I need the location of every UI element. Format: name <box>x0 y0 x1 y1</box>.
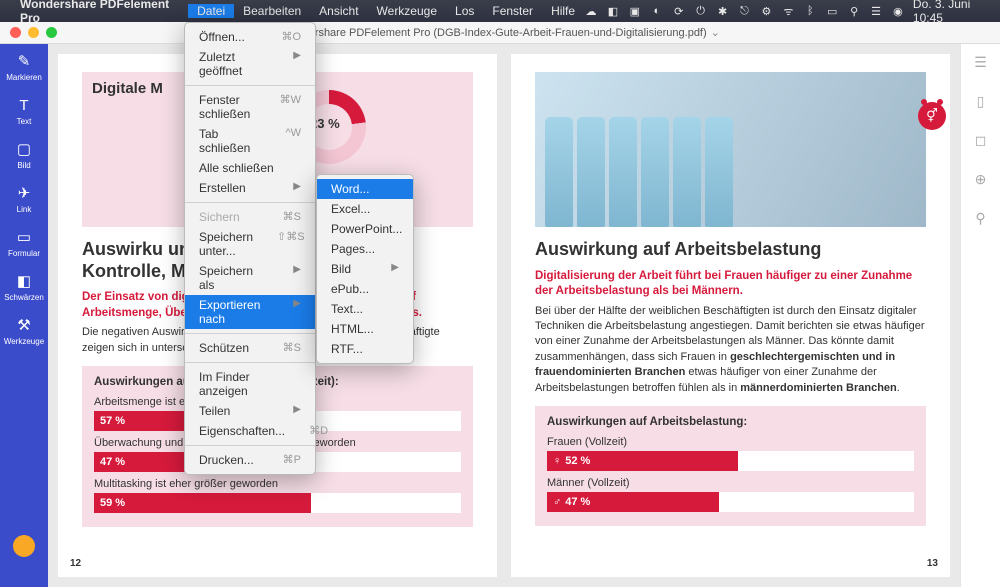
sidebar-item-schwaerzen[interactable]: ◧Schwärzen <box>4 272 44 302</box>
tools-icon: ⚒ <box>15 316 33 334</box>
traffic-lights <box>10 27 57 38</box>
sidebar-item-link[interactable]: ✈Link <box>15 184 33 214</box>
page-number: 13 <box>927 558 938 569</box>
bar-row: ♂ 47 % <box>547 492 914 512</box>
control-center-icon[interactable]: ☰ <box>869 5 883 18</box>
menu-item[interactable]: Speichern als▶ <box>185 261 315 295</box>
search-icon[interactable]: ⚲ <box>975 210 985 227</box>
menu-item[interactable]: Im Finder anzeigen <box>185 367 315 401</box>
menu-los[interactable]: Los <box>446 4 483 18</box>
menu-item[interactable]: Schützen⌘S <box>185 338 315 358</box>
siri-icon[interactable]: ◉ <box>891 5 905 18</box>
status-icon[interactable]: ☁ <box>584 5 598 18</box>
section-heading: Auswirkung auf Arbeitsbelastung <box>535 239 926 261</box>
avatar[interactable] <box>13 535 35 557</box>
window-title: Wondershare PDFelement Pro (DGB-Index-Gu… <box>280 27 707 39</box>
menu-datei[interactable]: Datei <box>188 4 234 18</box>
table-heading: Auswirkungen auf Arbeitsbelastung: <box>547 416 914 428</box>
close-button[interactable] <box>10 27 21 38</box>
menu-item[interactable]: Bild▶ <box>317 259 413 279</box>
window-titlebar: Wondershare PDFelement Pro (DGB-Index-Gu… <box>0 22 1000 44</box>
dropdown-datei: Öffnen...⌘OZuletzt geöffnet▶ Fenster schl… <box>184 22 316 475</box>
battery-icon[interactable]: ▭ <box>825 5 839 18</box>
menu-item[interactable]: Text... <box>317 299 413 319</box>
maximize-button[interactable] <box>46 27 57 38</box>
status-icon[interactable]: ◧ <box>606 5 620 18</box>
form-icon: ▭ <box>15 228 33 246</box>
page-number: 12 <box>70 558 81 569</box>
menu-item[interactable]: Speichern unter...⇧⌘S <box>185 227 315 261</box>
sidebar-item-text[interactable]: TText <box>15 96 33 126</box>
bar-fill: ♂ 47 % <box>547 492 719 512</box>
menu-item[interactable]: Alle schließen <box>185 158 315 178</box>
status-icon[interactable]: ⟳ <box>672 5 686 18</box>
menu-item[interactable]: Erstellen▶ <box>185 178 315 198</box>
menu-item[interactable]: Word... <box>317 179 413 199</box>
lead-text: Digitalisierung der Arbeit führt bei Fra… <box>535 269 926 300</box>
bluetooth-icon[interactable]: ᛒ <box>803 5 817 17</box>
bookmark-icon[interactable]: ◻ <box>975 132 987 149</box>
menu-item[interactable]: Drucken...⌘P <box>185 450 315 470</box>
status-icon[interactable]: ⚙ <box>759 5 773 18</box>
menu-ansicht[interactable]: Ansicht <box>310 4 367 18</box>
chevron-down-icon[interactable]: ⌄ <box>711 26 720 39</box>
bar-table-right: Auswirkungen auf Arbeitsbelastung: Fraue… <box>535 406 926 526</box>
image-icon: ▢ <box>15 140 33 158</box>
menu-item[interactable]: HTML... <box>317 319 413 339</box>
redact-icon: ◧ <box>15 272 33 290</box>
menu-item[interactable]: Öffnen...⌘O <box>185 27 315 47</box>
menu-bearbeiten[interactable]: Bearbeiten <box>234 4 310 18</box>
menu-item[interactable]: Pages... <box>317 239 413 259</box>
dropdown-export: Word...Excel...PowerPoint...Pages...Bild… <box>316 174 414 364</box>
bar-label: Männer (Vollzeit) <box>547 477 914 489</box>
bar-row: 59 % <box>94 493 461 513</box>
menu-item[interactable]: Excel... <box>317 199 413 219</box>
status-icon[interactable]: ✱ <box>716 5 730 18</box>
bar-row: ♀ 52 % <box>547 451 914 471</box>
gender-badge-icon: ⚥ <box>918 102 946 130</box>
menu-item[interactable]: RTF... <box>317 339 413 359</box>
menu-werkzeuge[interactable]: Werkzeuge <box>368 4 446 18</box>
menu-item[interactable]: Sichern⌘S <box>185 207 315 227</box>
body-text: Bei über der Hälfte der weiblichen Besch… <box>535 304 926 396</box>
search-icon[interactable]: ⚲ <box>847 5 861 18</box>
menu-item[interactable]: Eigenschaften...⌘D <box>185 421 315 441</box>
photo-placeholder <box>535 72 926 227</box>
panel-icon[interactable]: ☰ <box>974 54 987 71</box>
status-icon[interactable]: ◐ <box>650 5 664 17</box>
zoom-icon[interactable]: ⊕ <box>975 171 987 188</box>
wifi-icon[interactable]: ᯤ <box>781 4 795 19</box>
sidebar-item-formular[interactable]: ▭Formular <box>8 228 40 258</box>
status-icon[interactable]: ⎋ <box>738 5 752 18</box>
sidebar-item-markieren[interactable]: ✎Markieren <box>6 52 42 82</box>
menu-fenster[interactable]: Fenster <box>483 4 542 18</box>
menu-item[interactable]: ePub... <box>317 279 413 299</box>
highlight-icon: ✎ <box>15 52 33 70</box>
menu-item[interactable]: Fenster schließen⌘W <box>185 90 315 124</box>
text-icon: T <box>15 96 33 114</box>
menu-item[interactable]: PowerPoint... <box>317 219 413 239</box>
bar-label: Frauen (Vollzeit) <box>547 436 914 448</box>
bar-fill: ♀ 52 % <box>547 451 738 471</box>
status-icon[interactable]: ▣ <box>628 5 642 18</box>
link-icon: ✈ <box>15 184 33 202</box>
tool-sidebar: ✎Markieren TText ▢Bild ✈Link ▭Formular ◧… <box>0 44 48 587</box>
menu-hilfe[interactable]: Hilfe <box>542 4 584 18</box>
minimize-button[interactable] <box>28 27 39 38</box>
menu-item[interactable]: Tab schließen^W <box>185 124 315 158</box>
bar-label: Multitasking ist eher größer geworden <box>94 478 461 490</box>
menu-item[interactable]: Exportieren nach▶ <box>185 295 315 329</box>
page-icon[interactable]: ▯ <box>977 93 985 110</box>
menu-item[interactable]: Teilen▶ <box>185 401 315 421</box>
sidebar-item-bild[interactable]: ▢Bild <box>15 140 33 170</box>
bar-fill: 59 % <box>94 493 311 513</box>
status-icon[interactable]: ⏻ <box>694 5 708 18</box>
macos-menubar: Wondershare PDFelement Pro Datei Bearbei… <box>0 0 1000 22</box>
right-sidebar: ☰ ▯ ◻ ⊕ ⚲ <box>960 44 1000 587</box>
menu-item[interactable]: Zuletzt geöffnet▶ <box>185 47 315 81</box>
pdf-page-13: Auswirkung auf Arbeitsbelastung ⚥ Digita… <box>511 54 950 577</box>
sidebar-item-werkzeuge[interactable]: ⚒Werkzeuge <box>4 316 44 346</box>
